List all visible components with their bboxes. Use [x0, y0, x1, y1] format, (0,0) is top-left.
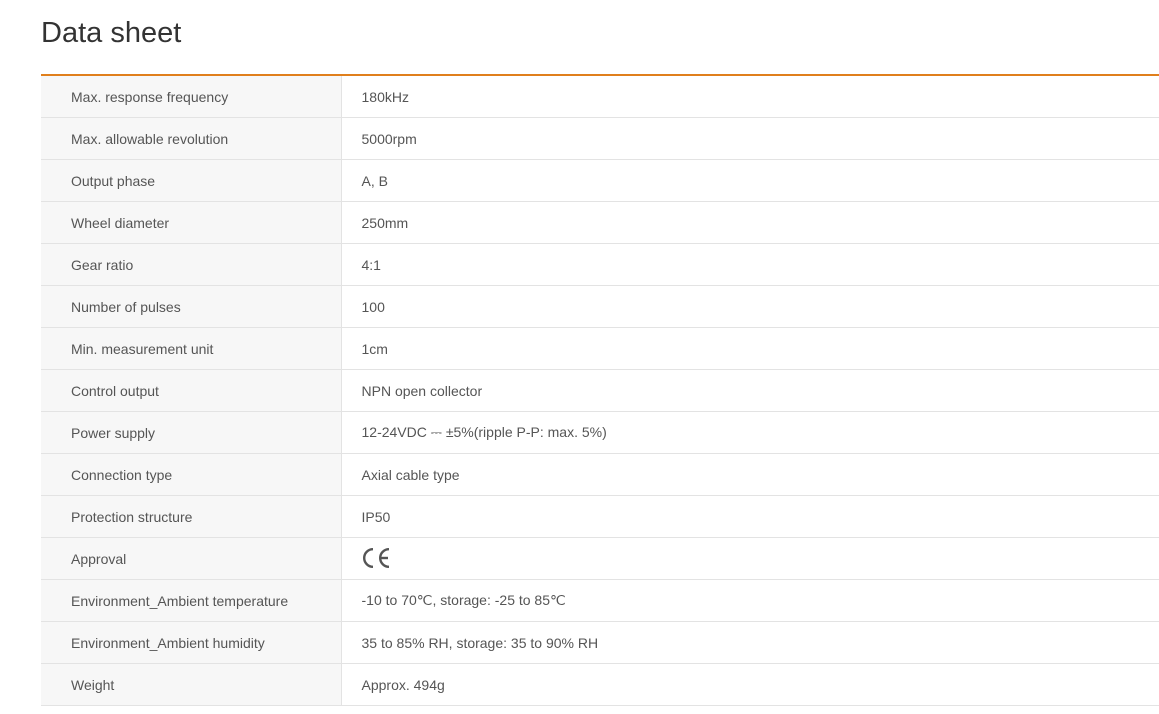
spec-label: Environment_Ambient humidity — [41, 621, 342, 664]
spec-value: 1cm — [341, 327, 1159, 370]
table-row: Max. response frequency 180kHz — [41, 75, 1159, 118]
spec-label: Protection structure — [41, 495, 342, 538]
spec-label: Connection type — [41, 453, 342, 496]
table-row: Protection structure IP50 — [41, 495, 1159, 538]
table-row: Max. allowable revolution 5000rpm — [41, 117, 1159, 160]
spec-label: Max. response frequency — [41, 75, 342, 118]
spec-label: Control output — [41, 369, 342, 412]
spec-value: 12-24VDC ⎓ ±5%(ripple P-P: max. 5%) — [341, 411, 1159, 454]
spec-label: Wheel diameter — [41, 201, 342, 244]
spec-value-approval — [341, 537, 1159, 580]
ce-mark-icon — [362, 546, 392, 570]
spec-label: Max. allowable revolution — [41, 117, 342, 160]
spec-value: 180kHz — [341, 75, 1159, 118]
spec-label: Power supply — [41, 411, 342, 454]
spec-value: IP50 — [341, 495, 1159, 538]
table-row: Wheel diameter 250mm — [41, 201, 1159, 244]
table-row: Control output NPN open collector — [41, 369, 1159, 412]
spec-value: Approx. 494g — [341, 663, 1159, 706]
spec-value: 5000rpm — [341, 117, 1159, 160]
table-row: Approval — [41, 537, 1159, 580]
spec-label: Output phase — [41, 159, 342, 202]
spec-value: A, B — [341, 159, 1159, 202]
table-row: Min. measurement unit 1cm — [41, 327, 1159, 370]
spec-label: Environment_Ambient temperature — [41, 579, 342, 622]
spec-value: 250mm — [341, 201, 1159, 244]
page-title: Data sheet — [41, 17, 182, 49]
spec-label: Gear ratio — [41, 243, 342, 286]
table-row: Output phase A, B — [41, 159, 1159, 202]
table-row: Number of pulses 100 — [41, 285, 1159, 328]
spec-label: Weight — [41, 663, 342, 706]
spec-value: 100 — [341, 285, 1159, 328]
spec-value: 4:1 — [341, 243, 1159, 286]
spec-value: -10 to 70℃, storage: -25 to 85℃ — [341, 579, 1159, 622]
table-row: Connection type Axial cable type — [41, 453, 1159, 496]
table-row: Weight Approx. 494g — [41, 663, 1159, 706]
spec-value: 35 to 85% RH, storage: 35 to 90% RH — [341, 621, 1159, 664]
table-row: Environment_Ambient temperature -10 to 7… — [41, 579, 1159, 622]
table-row: Environment_Ambient humidity 35 to 85% R… — [41, 621, 1159, 664]
spec-label: Number of pulses — [41, 285, 342, 328]
data-sheet-table: Max. response frequency 180kHz Max. allo… — [41, 74, 1159, 706]
spec-value: NPN open collector — [341, 369, 1159, 412]
table-row: Power supply 12-24VDC ⎓ ±5%(ripple P-P: … — [41, 411, 1159, 454]
spec-label: Approval — [41, 537, 342, 580]
table-row: Gear ratio 4:1 — [41, 243, 1159, 286]
spec-label: Min. measurement unit — [41, 327, 342, 370]
spec-value: Axial cable type — [341, 453, 1159, 496]
